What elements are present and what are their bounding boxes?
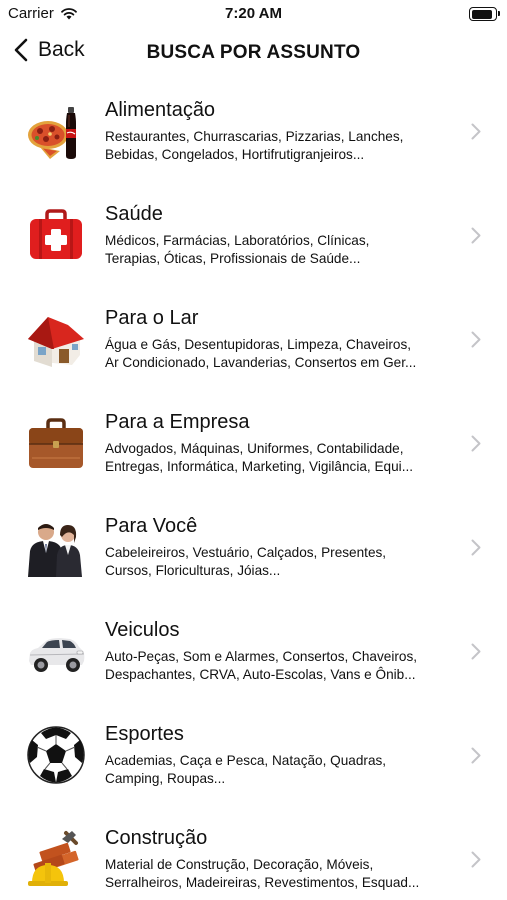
- category-description-line: Restaurantes, Churrascarias, Pizzarias, …: [105, 129, 404, 144]
- category-row-para-voce[interactable]: Para Você Cabeleireiros, Vestuário, Calç…: [0, 492, 507, 596]
- category-description-line: Bebidas, Congelados, Hortifrutigranjeiro…: [105, 146, 365, 162]
- category-description-line: Despachantes, CRVA, Auto-Escolas, Vans e…: [105, 666, 416, 682]
- battery-fill: [471, 9, 493, 19]
- category-description-line: Camping, Roupas...: [105, 770, 226, 786]
- status-bar: Carrier 7:20 AM: [0, 0, 507, 30]
- status-time: 7:20 AM: [225, 5, 282, 22]
- house-icon: [28, 317, 84, 367]
- chevron-right-icon: [471, 643, 481, 660]
- first-aid-kit-icon: [30, 209, 82, 259]
- category-description-line: Cabeleireiros, Vestuário, Calçados, Pres…: [105, 545, 387, 560]
- category-title: Para Você: [105, 515, 198, 537]
- category-row-construcao[interactable]: Construção Material de Construção, Decor…: [0, 804, 507, 900]
- category-description-line: Entregas, Informática, Marketing, Vigilâ…: [105, 458, 414, 474]
- category-description-line: Advogados, Máquinas, Uniformes, Contabil…: [105, 441, 404, 456]
- category-description: Restaurantes, Churrascarias, Pizzarias, …: [105, 128, 460, 163]
- category-description: Academias, Caça e Pesca, Natação, Quadra…: [105, 752, 460, 787]
- chevron-right-icon: [471, 851, 481, 868]
- construction-icon: [28, 831, 79, 886]
- navigation-bar: Back BUSCA POR ASSUNTO: [0, 30, 507, 76]
- category-description-line: Academias, Caça e Pesca, Natação, Quadra…: [105, 753, 387, 768]
- category-description-line: Auto-Peças, Som e Alarmes, Consertos, Ch…: [105, 649, 418, 664]
- chevron-right-icon: [471, 747, 481, 764]
- category-row-para-a-empresa[interactable]: Para a Empresa Advogados, Máquinas, Unif…: [0, 388, 507, 492]
- category-row-saude[interactable]: Saúde Médicos, Farmácias, Laboratórios, …: [0, 180, 507, 284]
- battery-icon: [469, 7, 500, 21]
- category-title: Para o Lar: [105, 307, 199, 329]
- category-description: Cabeleireiros, Vestuário, Calçados, Pres…: [105, 544, 460, 579]
- category-description-line: Água e Gás, Desentupidoras, Limpeza, Cha…: [105, 337, 412, 352]
- category-description-line: Terapias, Óticas, Profissionais de Saúde…: [105, 250, 361, 266]
- category-description: Material de Construção, Decoração, Móvei…: [105, 856, 460, 891]
- category-title: Construção: [105, 827, 208, 849]
- category-row-para-o-lar[interactable]: Para o Lar Água e Gás, Desentupidoras, L…: [0, 284, 507, 388]
- chevron-right-icon: [471, 227, 481, 244]
- category-description: Auto-Peças, Som e Alarmes, Consertos, Ch…: [105, 648, 460, 683]
- category-description: Água e Gás, Desentupidoras, Limpeza, Cha…: [105, 336, 460, 371]
- category-description: Médicos, Farmácias, Laboratórios, Clínic…: [105, 232, 460, 267]
- soccer-ball-icon: [27, 726, 85, 784]
- category-description-line: Ar Condicionado, Lavanderias, Consertos …: [105, 354, 417, 370]
- category-row-alimentacao[interactable]: Alimentação Restaurantes, Churrascarias,…: [0, 76, 507, 180]
- category-title: Veiculos: [105, 619, 180, 641]
- category-row-esportes[interactable]: Esportes Academias, Caça e Pesca, Nataçã…: [0, 700, 507, 804]
- people-icon: [26, 517, 86, 577]
- category-list: Alimentação Restaurantes, Churrascarias,…: [0, 76, 507, 900]
- category-description-line: Serralheiros, Madeireiras, Revestimentos…: [105, 874, 420, 890]
- category-title: Alimentação: [105, 99, 216, 121]
- category-row-veiculos[interactable]: Veiculos Auto-Peças, Som e Alarmes, Cons…: [0, 596, 507, 700]
- chevron-right-icon: [471, 123, 481, 140]
- category-title: Para a Empresa: [105, 411, 250, 433]
- chevron-right-icon: [471, 331, 481, 348]
- car-icon: [29, 638, 85, 672]
- category-description-line: Material de Construção, Decoração, Móvei…: [105, 857, 374, 872]
- page-title: BUSCA POR ASSUNTO: [146, 42, 361, 63]
- category-description-line: Médicos, Farmácias, Laboratórios, Clínic…: [105, 233, 370, 248]
- category-title: Esportes: [105, 723, 184, 745]
- chevron-right-icon: [471, 539, 481, 556]
- food-icon: [28, 107, 76, 159]
- category-title: Saúde: [105, 203, 163, 225]
- briefcase-icon: [29, 418, 83, 468]
- category-description: Advogados, Máquinas, Uniformes, Contabil…: [105, 440, 460, 475]
- chevron-right-icon: [471, 435, 481, 452]
- category-description-line: Cursos, Floriculturas, Jóias...: [105, 562, 281, 578]
